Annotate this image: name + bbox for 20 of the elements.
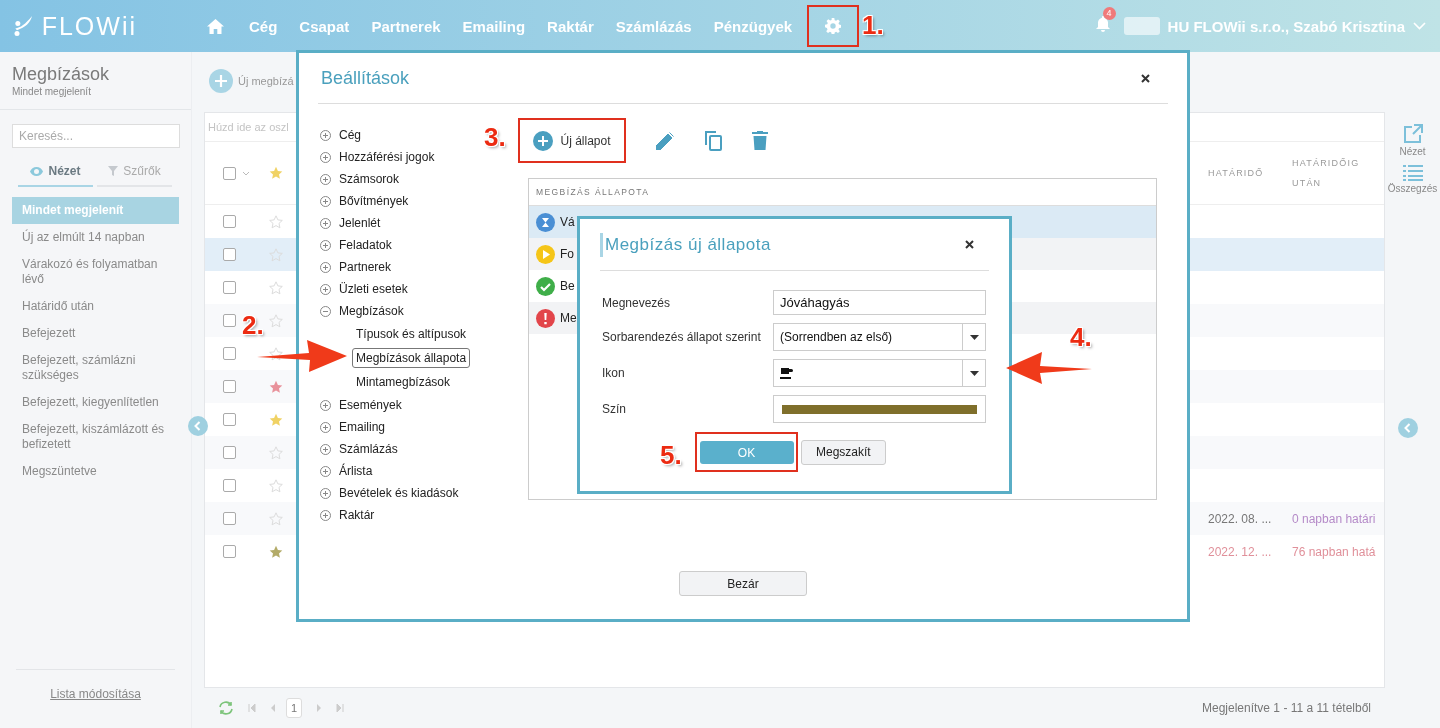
table-cell-text: 76 napban hatá — [1292, 544, 1377, 559]
field-label: Sorbarendezés állapot szerint — [602, 330, 762, 344]
field-label: Megnevezés — [602, 295, 672, 310]
record-summary: Megjelenítve 1 - 11 a 11 tételből — [1202, 701, 1371, 715]
field-label: Szín — [602, 402, 627, 416]
logo-text: FLOWii — [41, 11, 137, 41]
page-subtitle: Mindet megjelenít — [12, 86, 92, 97]
step-number: 3. — [484, 124, 506, 150]
table-cell-text: 2022. 12. ... — [1208, 544, 1273, 559]
step-number: 1. — [862, 12, 884, 38]
step-number: 4. — [1070, 324, 1092, 350]
step-number: 5. — [660, 442, 682, 468]
table-cell-text: 0 napban határi — [1292, 511, 1377, 526]
dialog-title: Megbízás új állapota — [605, 234, 772, 255]
table-cell-text: 2022. 08. ... — [1208, 511, 1273, 526]
notification-badge: 4 — [1102, 7, 1116, 20]
page-title: Megbízások — [12, 64, 111, 85]
field-label: Ikon — [602, 366, 626, 380]
dialog-title: Beállítások — [321, 67, 410, 89]
step-number: 2. — [242, 312, 264, 338]
